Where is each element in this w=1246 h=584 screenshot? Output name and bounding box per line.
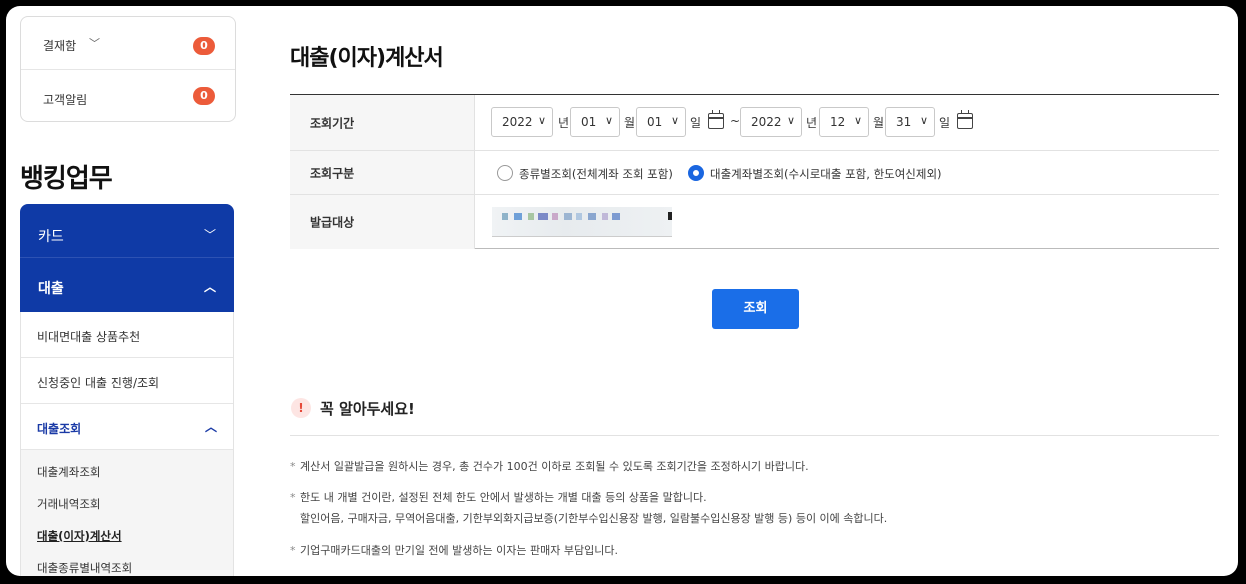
notice-item: * 한도 내 개별 건이란, 설정된 전체 한도 안에서 발생하는 개별 대출 등… — [290, 491, 888, 525]
page-title: 대출(이자)계산서 — [290, 46, 444, 71]
radio-by-type[interactable] — [497, 165, 513, 181]
end-day-select[interactable]: 31 ∨ — [885, 107, 935, 137]
chevron-down-icon: ∨ — [537, 114, 546, 127]
target-row: 발급대상 — [290, 195, 1219, 249]
sidebar-item-application-status[interactable]: 신청중인 대출 진행/조회 — [21, 358, 233, 404]
sidebar-item-label: 대출 — [38, 281, 64, 297]
chevron-up-icon: ︿ — [203, 280, 216, 294]
submenu-transaction-history[interactable]: 거래내역조회 — [37, 496, 100, 512]
end-year-select[interactable]: 2022 ∨ — [740, 107, 802, 137]
chevron-down-icon[interactable]: ﹀ — [89, 35, 100, 51]
app-window: 결재함 ﹀ 0 고객알림 0 뱅킹업무 카드 ﹀ 대출 ︿ 비대면대출 상품추천… — [6, 6, 1238, 576]
type-row: 조회구분 종류별조회(전체계좌 조회 포함) 대출계좌별조회(수시로대출 포함,… — [290, 151, 1219, 195]
approval-label: 결재함 — [43, 39, 77, 53]
target-account-select[interactable] — [492, 207, 672, 237]
radio-by-type-label: 종류별조회(전체계좌 조회 포함) — [519, 167, 673, 181]
type-label: 조회구분 — [290, 151, 475, 194]
chevron-down-icon: ∨ — [853, 114, 862, 127]
sidebar-item-card[interactable]: 카드 ﹀ — [20, 204, 234, 258]
chevron-up-icon: ︿ — [204, 420, 217, 434]
chevron-down-icon: ∨ — [786, 114, 795, 127]
sidebar-section-title: 뱅킹업무 — [20, 164, 113, 194]
range-tilde: ~ — [730, 114, 741, 128]
start-month-select[interactable]: 01 ∨ — [570, 107, 620, 137]
loan-inquiry-submenu: 대출계좌조회 거래내역조회 대출(이자)계산서 대출종류별내역조회 — [21, 450, 233, 576]
notice-item: * 기업구매카드대출의 만기일 전에 발생하는 이자는 판매자 부담입니다. — [290, 544, 618, 557]
start-day-select[interactable]: 01 ∨ — [636, 107, 686, 137]
sidebar-item-loan-inquiry[interactable]: 대출조회 ︿ — [21, 404, 233, 450]
period-row: 조회기간 2022 ∨ 년 01 ∨ 월 01 ∨ 일 ~ 2022 ∨ 년 12 ∨ 월 — [290, 95, 1219, 151]
chevron-down-icon: ∨ — [919, 114, 928, 127]
notice-item: * 계산서 일괄발급을 원하시는 경우, 총 건수가 100건 이하로 조회될 수… — [290, 460, 809, 473]
sidebar-item-label: 신청중인 대출 진행/조회 — [37, 376, 160, 390]
submenu-loan-account[interactable]: 대출계좌조회 — [37, 464, 100, 480]
chevron-down-icon: ∨ — [604, 114, 613, 127]
calendar-icon[interactable] — [957, 110, 973, 129]
submenu-loan-by-type[interactable]: 대출종류별내역조회 — [37, 560, 132, 576]
end-month-select[interactable]: 12 ∨ — [819, 107, 869, 137]
sidebar-item-label: 비대면대출 상품추천 — [37, 330, 141, 344]
alerts-row[interactable]: 고객알림 0 — [21, 71, 235, 124]
sidebar-item-label: 카드 — [38, 229, 64, 245]
radio-by-account-label: 대출계좌별조회(수시로대출 포함, 한도여신제외) — [710, 167, 942, 181]
unit-year: 년 — [806, 116, 818, 130]
start-year-select[interactable]: 2022 ∨ — [491, 107, 553, 137]
calendar-icon[interactable] — [708, 110, 724, 129]
search-button[interactable]: 조회 — [712, 289, 799, 329]
chevron-down-icon: ﹀ — [203, 228, 216, 242]
exclamation-icon: ! — [291, 398, 311, 418]
unit-month: 월 — [624, 116, 636, 130]
alerts-label: 고객알림 — [43, 93, 88, 107]
unit-year: 년 — [558, 116, 570, 130]
sidebar-item-recommend[interactable]: 비대면대출 상품추천 — [21, 312, 233, 358]
notification-box: 결재함 ﹀ 0 고객알림 0 — [20, 16, 236, 122]
redacted-mark — [668, 212, 672, 220]
sidebar-item-label: 대출조회 — [37, 422, 82, 436]
period-label: 조회기간 — [290, 95, 475, 150]
submenu-interest-statement[interactable]: 대출(이자)계산서 — [37, 528, 122, 544]
divider — [290, 435, 1219, 436]
loan-submenu: 비대면대출 상품추천 신청중인 대출 진행/조회 대출조회 ︿ 대출계좌조회 거… — [20, 312, 234, 576]
approval-row[interactable]: 결재함 ﹀ 0 — [21, 17, 235, 70]
alerts-count-badge: 0 — [193, 87, 215, 105]
unit-day: 일 — [690, 116, 702, 130]
sidebar-item-loan[interactable]: 대출 ︿ — [20, 262, 234, 316]
search-form: 조회기간 2022 ∨ 년 01 ∨ 월 01 ∨ 일 ~ 2022 ∨ 년 12 ∨ 월 — [290, 94, 1219, 249]
chevron-down-icon: ∨ — [670, 114, 679, 127]
unit-day: 일 — [939, 116, 951, 130]
unit-month: 월 — [873, 116, 885, 130]
notice-title: 꼭 알아두세요! — [320, 400, 415, 418]
radio-by-account[interactable] — [688, 165, 704, 181]
sidebar-main-menu: 카드 ﹀ 대출 ︿ — [20, 204, 234, 312]
approval-count-badge: 0 — [193, 37, 215, 55]
target-label: 발급대상 — [290, 195, 475, 249]
